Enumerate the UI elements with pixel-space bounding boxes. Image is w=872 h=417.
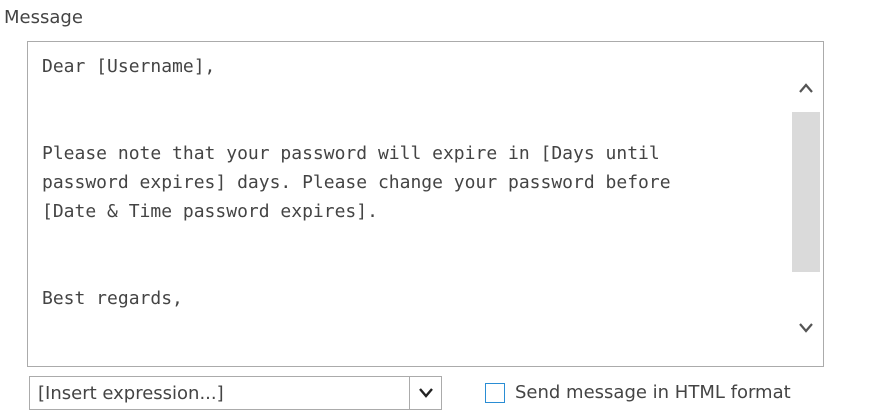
insert-expression-value: [Insert expression...] bbox=[38, 383, 224, 404]
message-body[interactable]: Dear [Username], Please note that your p… bbox=[42, 52, 782, 357]
chevron-down-icon bbox=[799, 323, 813, 333]
chevron-up-icon bbox=[799, 83, 813, 93]
message-scrollbar[interactable] bbox=[789, 42, 823, 366]
scroll-down-button[interactable] bbox=[789, 310, 823, 346]
select-dropdown-button[interactable] bbox=[409, 377, 441, 409]
scroll-up-button[interactable] bbox=[789, 70, 823, 106]
message-editor: Message Dear [Username], Please note tha… bbox=[0, 0, 872, 417]
html-format-checkbox[interactable] bbox=[485, 383, 505, 403]
message-label: Message bbox=[4, 7, 83, 28]
chevron-down-icon bbox=[418, 388, 433, 398]
html-format-option[interactable]: Send message in HTML format bbox=[485, 378, 791, 408]
scroll-thumb[interactable] bbox=[792, 112, 820, 272]
message-textarea[interactable]: Dear [Username], Please note that your p… bbox=[27, 41, 824, 367]
html-format-label[interactable]: Send message in HTML format bbox=[515, 380, 791, 406]
insert-expression-select[interactable]: [Insert expression...] bbox=[29, 376, 442, 410]
